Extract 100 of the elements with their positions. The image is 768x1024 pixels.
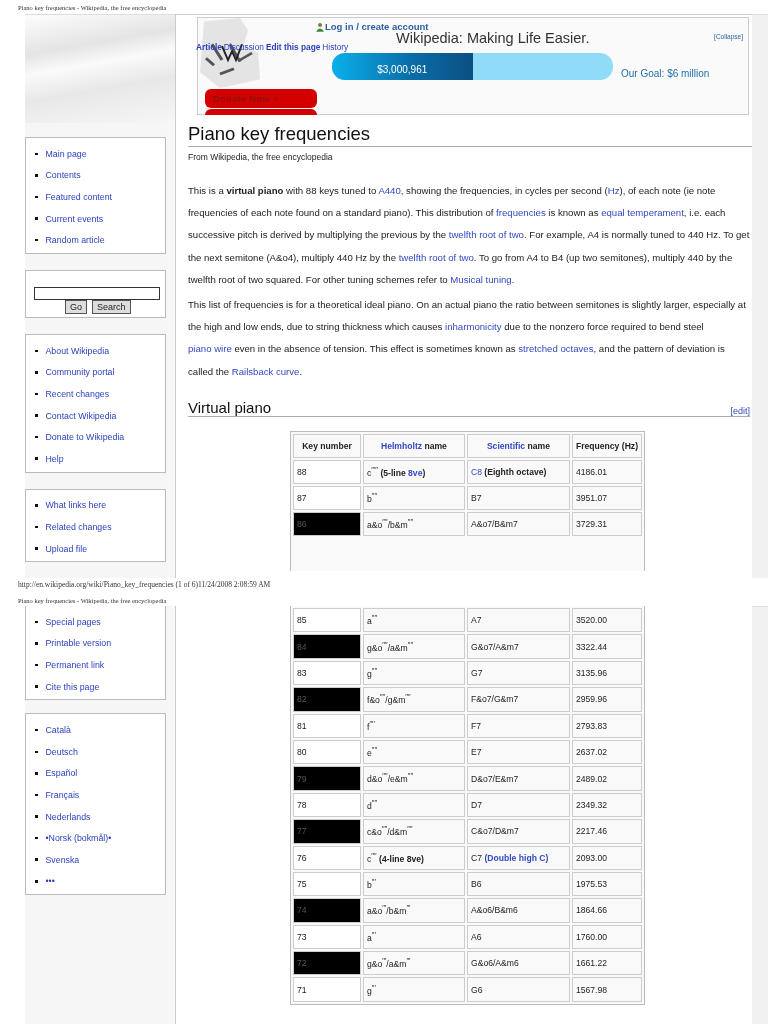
- table-cell: F&o7/G&m7: [467, 687, 570, 712]
- search-field[interactable]: [34, 286, 160, 300]
- login-link[interactable]: Log in / create account: [325, 21, 429, 32]
- table-cell: B6: [467, 871, 570, 897]
- table-cell: g$^{′′′′}$: [363, 660, 465, 686]
- goal-label: Our Goal: $6 million: [621, 68, 710, 79]
- sidebar-link[interactable]: Upload file: [45, 543, 88, 554]
- table-cell: B7: [466, 485, 570, 510]
- sidebar-link[interactable]: Donate to Wikipedia: [45, 432, 125, 443]
- table-cell: A&o6/B&m6: [467, 898, 570, 923]
- table-cell: G&o7/A&m7: [467, 634, 570, 659]
- link[interactable]: C8: [470, 466, 482, 477]
- sidebar-link[interactable]: Related changes: [45, 521, 112, 532]
- table-cell: 3135.96: [572, 660, 642, 686]
- table-cell: D&o7/E&m7: [467, 766, 570, 791]
- sidebar-link[interactable]: Printable version: [45, 638, 112, 649]
- sidebar-link[interactable]: About Wikipedia: [45, 345, 110, 356]
- sidebar-link[interactable]: •••: [45, 876, 55, 887]
- table-cell: g$^{′′′}$: [363, 977, 465, 1002]
- key-cell: 85: [293, 608, 361, 633]
- link[interactable]: piano wire: [188, 343, 232, 355]
- link[interactable]: A440: [378, 185, 401, 196]
- key-cell: 72: [293, 951, 361, 976]
- sidebar-link[interactable]: Current events: [45, 213, 104, 224]
- link[interactable]: inharmonicity: [445, 321, 502, 333]
- table-cell: 2489.02: [572, 766, 642, 791]
- sidebar-link[interactable]: •Norsk (bokmål)•: [45, 833, 112, 844]
- paragraph: This is a virtual piano with 88 keys tuned to A440, showing the frequencies, in cycles per second (Hz), of each note (ie note frequencies of each note found on a standard piano). This distribution of frequencies is known as equal temperament, i.e. each successive pitch is derived by multiplying the previous by the twelfth root of two. For example, A4 is normally tuned to 440 Hz. To get the next semitone (A&o4), multiply 440 Hz by the twelfth root of two. To go from A4 to B4 (up two semitones), multiply 440 by the twelfth root of two squared. For other tuning schemes refer to Musical tuning.: [188, 184, 750, 287]
- link[interactable]: stretched octaves: [518, 343, 594, 355]
- link[interactable]: Scientific: [486, 440, 526, 451]
- sidebar-link[interactable]: Cite this page: [45, 681, 100, 692]
- section-heading: Virtual piano: [188, 398, 272, 416]
- table-cell: g&o$^{′′′′}$/a&m$^{′′′′}$: [363, 634, 465, 659]
- link[interactable]: Helmholtz: [381, 440, 423, 451]
- table-cell: 2093.00: [572, 845, 642, 870]
- sidebar-link[interactable]: Deutsch: [45, 746, 78, 757]
- sidebar-link[interactable]: Community portal: [45, 367, 115, 378]
- table-cell: 1567.98: [572, 977, 642, 1002]
- link[interactable]: twelfth root of two: [448, 229, 524, 241]
- link[interactable]: frequencies: [496, 207, 546, 219]
- column-header: Helmholtz name: [363, 433, 465, 458]
- table-cell: G7: [467, 660, 570, 686]
- key-cell: 83: [293, 660, 361, 686]
- table-cell: 2959.96: [572, 687, 642, 712]
- key-cell: 73: [293, 924, 361, 950]
- table-cell: c$^{′′′′}$ (4-line 8ve): [363, 845, 465, 870]
- sidebar-link[interactable]: Català: [45, 725, 71, 736]
- table-cell: C&o7/D&m7: [467, 819, 570, 844]
- key-cell: 82: [293, 687, 361, 712]
- table-cell: f$^{′′′′}$: [363, 713, 465, 738]
- link[interactable]: equal temperament: [601, 207, 684, 219]
- table-cell: 3729.31: [571, 511, 642, 536]
- key-cell: 84: [293, 634, 361, 659]
- link[interactable]: (Double high C): [484, 852, 549, 863]
- page-tab[interactable]: Edit this page: [265, 42, 321, 52]
- table-cell: C8 (Eighth octave): [466, 459, 570, 484]
- sidebar-link[interactable]: Special pages: [45, 616, 101, 627]
- user-icon: [316, 21, 324, 32]
- table-cell: d$^{′′′′}$: [363, 792, 465, 818]
- sidebar-link[interactable]: Contact Wikipedia: [45, 410, 117, 421]
- column-header: Scientific name: [466, 433, 570, 458]
- link[interactable]: twelfth root of two: [398, 251, 474, 263]
- page-tab[interactable]: History: [322, 42, 349, 52]
- table-cell: 1975.53: [572, 871, 642, 897]
- table-cell: 3520.00: [572, 608, 642, 633]
- sidebar-link[interactable]: Featured content: [45, 192, 112, 202]
- key-cell: 71: [293, 977, 361, 1002]
- sidebar-link[interactable]: Nederlands: [45, 811, 91, 822]
- key-cell: 75: [293, 871, 361, 897]
- table-cell: e$^{′′′′}$: [363, 739, 465, 765]
- sidebar-link[interactable]: Help: [45, 453, 64, 464]
- table-cell: 1661.22: [572, 951, 642, 976]
- sidebar-link[interactable]: Random article: [45, 235, 105, 246]
- link[interactable]: Musical tuning: [450, 273, 512, 285]
- table-cell: 2637.02: [572, 739, 642, 765]
- sidebar-link[interactable]: Main page: [45, 148, 87, 159]
- sidebar-link[interactable]: Contents: [45, 170, 81, 181]
- sidebar-link[interactable]: Svenska: [45, 854, 80, 865]
- sidebar-link[interactable]: Permanent link: [45, 660, 105, 670]
- table-cell: 2349.32: [572, 792, 642, 818]
- key-cell: 77: [293, 819, 361, 844]
- sidebar-link[interactable]: Français: [45, 789, 80, 800]
- edit-link[interactable]: [edit]: [730, 405, 750, 416]
- banner-slogan: Wikipedia: Making Life Easier.: [396, 30, 590, 46]
- table-cell: d&o$^{′′′′}$/e&m$^{′′′′}$: [363, 766, 465, 791]
- key-cell: 86: [293, 511, 361, 536]
- key-cell: 80: [293, 739, 361, 765]
- table-cell: b$^{′′′′}$: [363, 485, 465, 510]
- sidebar-link[interactable]: Español: [45, 768, 78, 779]
- sidebar-link[interactable]: What links here: [45, 500, 107, 511]
- table-cell: c$^{′′′′′}$ (5-line 8ve): [363, 459, 465, 484]
- sidebar-link[interactable]: Recent changes: [45, 388, 110, 399]
- table-cell: 1864.66: [572, 898, 642, 923]
- key-cell: 81: [293, 713, 361, 738]
- table-cell: c&o$^{′′′′}$/d&m$^{′′′′}$: [363, 819, 465, 844]
- table-cell: 4186.01: [571, 459, 642, 484]
- key-cell: 88: [293, 459, 361, 484]
- table-cell: E7: [467, 739, 570, 765]
- key-cell: 78: [293, 792, 361, 818]
- table-cell: 3322.44: [572, 634, 642, 659]
